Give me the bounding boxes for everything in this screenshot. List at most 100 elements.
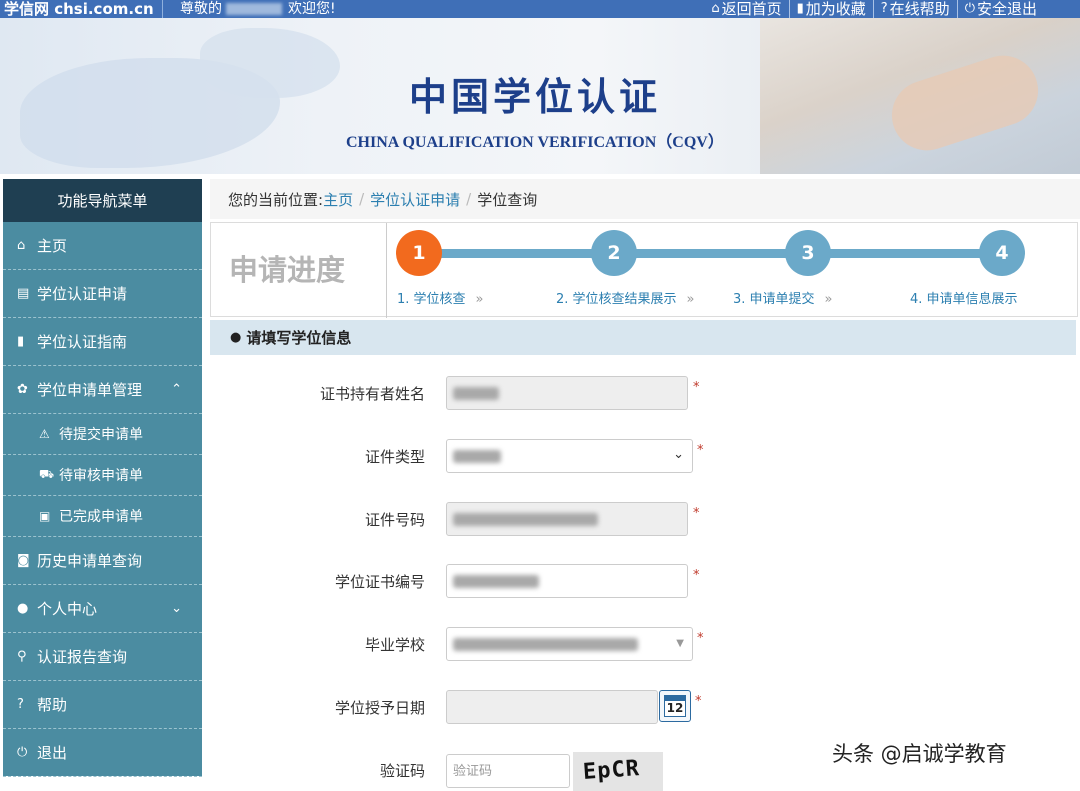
progress-panel: 申请进度 1 2 3 4 1. 学位核查 » 2. 学位核查结果展示 » 3. 申请… (210, 222, 1078, 318)
greeting-suffix: 欢迎您! (288, 1, 336, 17)
required-mark: * (695, 694, 702, 709)
sidebar-item-manage[interactable]: ✿ 学位申请单管理 ⌃ (3, 366, 202, 414)
cert-number-label: 学位证书编号 (334, 573, 425, 591)
redacted-value (453, 638, 638, 651)
sidebar-item-profile[interactable]: ● 个人中心 ⌄ (3, 585, 202, 633)
captcha-input[interactable]: 验证码 (446, 754, 570, 788)
holder-name-field[interactable] (446, 376, 688, 410)
link-logout[interactable]: ⏻ 安全退出 (956, 0, 1044, 19)
sidebar-item-label: 学位认证申请 (37, 285, 128, 303)
site-logo[interactable]: 学信网 chsi.com.cn (4, 0, 154, 19)
school-select[interactable]: ▼ (446, 627, 693, 661)
required-mark: * (693, 506, 700, 521)
sidebar-item-history[interactable]: ◙ 历史申请单查询 (3, 537, 202, 585)
power-icon: ⏻ (964, 1, 975, 16)
greeting-prefix: 尊敬的 (180, 1, 222, 17)
step-arrow: » (686, 292, 695, 307)
breadcrumb-apply-link[interactable]: 学位认证申请 (370, 189, 460, 210)
sidebar-item-home[interactable]: ⌂ 主页 (3, 222, 202, 270)
school-label: 毕业学校 (364, 636, 425, 654)
caret-down-icon: ▼ (676, 638, 684, 649)
bookmark-icon: ▮ (796, 1, 804, 16)
home-icon: ⌂ (711, 1, 720, 16)
link-help[interactable]: ? 在线帮助 (872, 0, 957, 19)
sidebar-item-label: 认证报告查询 (37, 648, 128, 666)
redacted-value (453, 575, 539, 588)
search-icon: ⚲ (17, 649, 27, 664)
redacted-value (453, 387, 499, 400)
calendar-icon[interactable]: 12 (659, 690, 691, 722)
greeting: 尊敬的 欢迎您! (180, 0, 336, 18)
link-home[interactable]: ⌂ 返回首页 (704, 0, 788, 19)
sidebar-item-label: 帮助 (37, 696, 68, 714)
step-label-text: 1. 学位核查 (397, 292, 466, 307)
holder-name-label: 证书持有者姓名 (319, 385, 425, 403)
briefcase-icon: ▣ (39, 509, 51, 523)
step-2-circle: 2 (591, 230, 637, 276)
sidebar-item-help[interactable]: ? 帮助 (3, 681, 202, 729)
sidebar-item-label: 主页 (37, 237, 68, 255)
sidebar-nav: 功能导航菜单 ⌂ 主页 ▤ 学位认证申请 ▮ 学位认证指南 ✿ 学位申请单管理 ⌃ ⚠ 待提… (3, 179, 202, 777)
sidebar-item-label: 学位认证指南 (37, 333, 128, 351)
bookmark-icon: ▮ (17, 334, 25, 349)
sidebar-item-label: 待提交申请单 (59, 427, 143, 443)
breadcrumb-separator: / (466, 190, 472, 208)
step-1-circle: 1 (396, 230, 442, 276)
step-3-label: 3. 申请单提交 » (733, 288, 833, 307)
id-type-label: 证件类型 (364, 448, 425, 466)
banner-map-decoration (200, 28, 340, 98)
captcha-image[interactable]: EpCR (573, 752, 663, 791)
step-1-label: 1. 学位核查 » (397, 288, 484, 307)
id-number-field[interactable] (446, 502, 688, 536)
user-icon: ● (230, 330, 242, 345)
link-bookmark[interactable]: ▮ 加为收藏 (788, 0, 873, 19)
breadcrumb-current: 学位查询 (477, 190, 538, 209)
required-mark: * (697, 631, 704, 646)
sidebar-subitem-completed[interactable]: ▣ 已完成申请单 (3, 496, 202, 537)
captcha-text: EpCR (582, 756, 641, 785)
step-2-label: 2. 学位核查结果展示 » (556, 288, 695, 307)
cert-number-input[interactable] (446, 564, 688, 598)
form-section-header: ● 请填写学位信息 (210, 320, 1076, 355)
help-icon: ? (17, 697, 24, 712)
breadcrumb-separator: / (359, 190, 365, 208)
sidebar-item-label: 已完成申请单 (59, 509, 143, 525)
sidebar-item-label: 个人中心 (37, 600, 98, 618)
sidebar-item-report[interactable]: ⚲ 认证报告查询 (3, 633, 202, 681)
sidebar-item-apply[interactable]: ▤ 学位认证申请 (3, 270, 202, 318)
link-help-label: 在线帮助 (889, 0, 950, 18)
captcha-label: 验证码 (379, 762, 425, 780)
step-4-label: 4. 申请单信息展示 (910, 288, 1018, 307)
step-arrow: » (824, 292, 833, 307)
divider (162, 0, 163, 18)
grant-date-field[interactable] (446, 690, 658, 724)
link-bookmark-label: 加为收藏 (805, 0, 866, 18)
user-name-redacted (226, 3, 282, 15)
id-type-select[interactable]: ⌄ (446, 439, 693, 473)
breadcrumb-prefix: 您的当前位置: (228, 190, 324, 209)
power-icon: ⏻ (17, 745, 28, 760)
redacted-value (453, 450, 501, 463)
user-icon: ● (17, 601, 29, 616)
camera-icon: ◙ (17, 553, 30, 568)
progress-title: 申请进度 (229, 253, 346, 287)
redacted-value (453, 513, 598, 526)
sidebar-item-label: 历史申请单查询 (37, 552, 143, 570)
chevron-down-icon: ⌄ (673, 447, 684, 462)
link-logout-label: 安全退出 (976, 0, 1037, 18)
warning-icon: ⚠ (39, 427, 50, 441)
required-mark: * (697, 443, 704, 458)
breadcrumb-home-link[interactable]: 主页 (323, 189, 353, 210)
progress-divider (386, 223, 387, 318)
sidebar-item-logout[interactable]: ⏻ 退出 (3, 729, 202, 777)
step-label-text: 4. 申请单信息展示 (910, 292, 1018, 307)
home-icon: ⌂ (17, 238, 26, 253)
sidebar-subitem-pending-submit[interactable]: ⚠ 待提交申请单 (3, 414, 202, 455)
sidebar-header: 功能导航菜单 (3, 179, 202, 222)
sidebar-item-guide[interactable]: ▮ 学位认证指南 (3, 318, 202, 366)
step-3-circle: 3 (785, 230, 831, 276)
calendar-icon-day: 12 (664, 700, 686, 717)
sidebar-subitem-pending-review[interactable]: ⛟ 待审核申请单 (3, 455, 202, 496)
required-mark: * (693, 380, 700, 395)
form-section-title: 请填写学位信息 (246, 329, 352, 347)
